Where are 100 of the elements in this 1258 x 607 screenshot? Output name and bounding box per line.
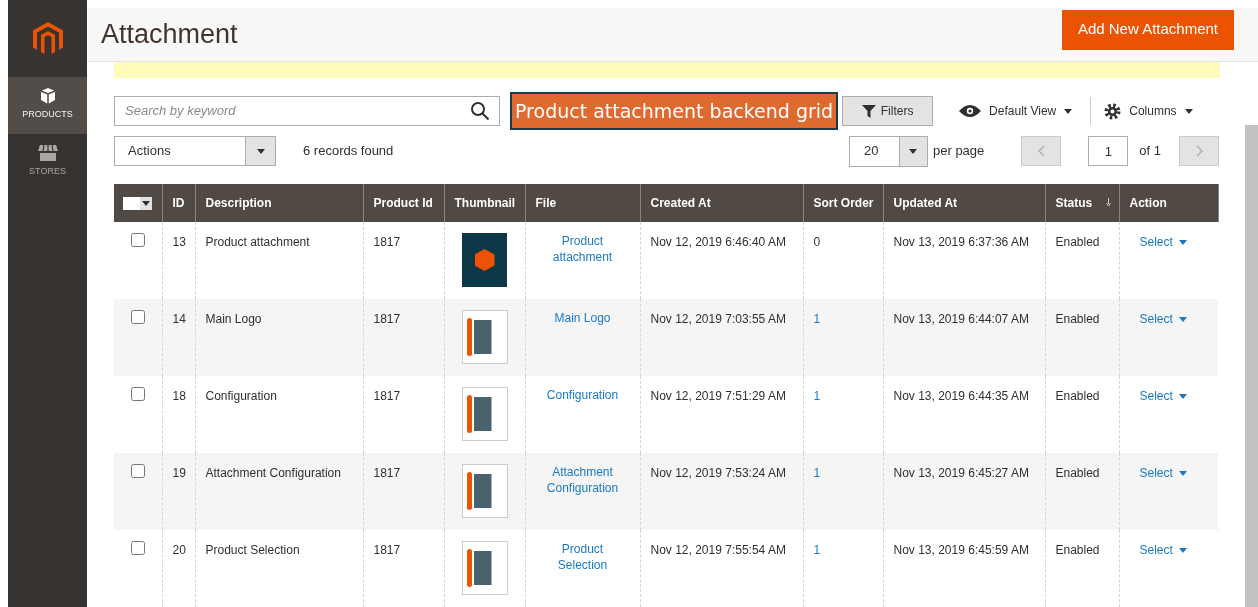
column-header[interactable]: Action [1119, 184, 1218, 222]
logo-icon [32, 21, 63, 56]
table-cell: 1817 [363, 376, 444, 453]
table-cell: Nov 13, 2019 6:45:59 AM [883, 530, 1045, 607]
column-header[interactable]: ID [162, 184, 195, 222]
caret-icon [1178, 239, 1187, 245]
table-cell: 1817 [363, 222, 444, 299]
view-menu[interactable]: Default View [959, 102, 1073, 120]
caret-icon [1178, 547, 1187, 553]
table-cell: Product attachment [195, 222, 363, 299]
table-cell: 13 [162, 222, 195, 299]
row-checkbox[interactable] [130, 541, 145, 555]
table-cell: Enabled [1045, 376, 1119, 453]
filters-button[interactable]: Filters [842, 96, 934, 126]
actions-dropdown[interactable]: Actions [114, 136, 276, 166]
add-new-attachment-button[interactable]: Add New Attachment [1061, 9, 1234, 50]
sort-order-value: 0 [813, 235, 821, 249]
caret-icon [1178, 470, 1187, 476]
row-checkbox[interactable] [130, 464, 145, 478]
table-cell: Configuration [195, 376, 363, 453]
select-action-link[interactable]: Select [1139, 310, 1187, 328]
table-cell: Product Selection [195, 530, 363, 607]
table-cell: 18 [162, 376, 195, 453]
row-checkbox[interactable] [130, 387, 145, 401]
chevron-left-icon [1037, 145, 1045, 157]
search-icon[interactable] [471, 102, 489, 120]
select-all-header[interactable] [114, 184, 162, 222]
sidebar-item[interactable]: PRODUCTS [8, 77, 87, 134]
table-cell: 1817 [363, 299, 444, 376]
file-link[interactable]: Product attachment [535, 233, 630, 265]
thumbnail-image [461, 464, 508, 518]
page-size-dropdown[interactable]: 20 [849, 135, 928, 167]
box-icon [38, 87, 57, 105]
sidebar-item[interactable]: STORES [8, 134, 87, 191]
table-cell: 1817 [363, 453, 444, 530]
table-cell: 20 [162, 530, 195, 607]
table-cell: 14 [162, 299, 195, 376]
sort-order-value: 1 [813, 312, 821, 326]
table-cell: Nov 12, 2019 7:51:29 AM [640, 376, 803, 453]
chevron-right-icon [1195, 145, 1203, 157]
page-number-field[interactable]: 1 [1088, 136, 1129, 166]
caret-icon [1184, 108, 1193, 114]
file-link[interactable]: Main Logo [535, 310, 630, 326]
search-input[interactable]: Search by keyword [125, 101, 445, 121]
table-cell: Nov 12, 2019 7:03:55 AM [640, 299, 803, 376]
thumbnail-image [461, 541, 508, 595]
column-header[interactable]: Description [195, 184, 363, 222]
thumbnail-image [462, 233, 507, 287]
search-field[interactable]: Search by keyword [114, 96, 500, 126]
column-header[interactable]: Thumbnail [444, 184, 525, 222]
sort-arrow-icon [1105, 198, 1111, 207]
select-action-link[interactable]: Select [1139, 387, 1187, 405]
thumbnail-image [461, 310, 508, 364]
caret-icon [1178, 316, 1187, 322]
column-header[interactable]: Sort Order [803, 184, 883, 222]
table-cell: Enabled [1045, 222, 1119, 299]
table-cell: Nov 13, 2019 6:45:27 AM [883, 453, 1045, 530]
table-cell: Nov 12, 2019 6:46:40 AM [640, 222, 803, 299]
table-cell: Nov 13, 2019 6:44:07 AM [883, 299, 1045, 376]
sort-order-value: 1 [813, 389, 821, 403]
table-cell: Enabled [1045, 299, 1119, 376]
filter-icon [861, 104, 876, 118]
table-cell: Main Logo [195, 299, 363, 376]
column-header[interactable]: Product Id [363, 184, 444, 222]
caret-icon [909, 148, 918, 154]
columns-menu[interactable]: Columns [1104, 102, 1193, 120]
row-checkbox[interactable] [130, 310, 145, 324]
caret-icon [256, 148, 265, 154]
thumbnail-image [461, 387, 508, 441]
per-page-label: per page [933, 142, 985, 161]
file-link[interactable]: Configuration [535, 387, 630, 403]
column-header[interactable]: File [525, 184, 640, 222]
row-checkbox[interactable] [130, 233, 145, 247]
table-cell: Enabled [1045, 530, 1119, 607]
page-total-label: of 1 [1139, 142, 1161, 161]
select-action-link[interactable]: Select [1139, 541, 1187, 559]
eye-icon [959, 105, 982, 117]
store-icon [36, 144, 59, 162]
table-cell: 19 [162, 453, 195, 530]
table-cell: Nov 12, 2019 7:53:24 AM [640, 453, 803, 530]
callout-label: Product attachment backend grid [510, 92, 839, 130]
table-cell: Nov 12, 2019 7:55:54 AM [640, 530, 803, 607]
table-cell: Nov 13, 2019 6:37:36 AM [883, 222, 1045, 299]
settings-icon [1104, 102, 1122, 120]
sort-order-value: 1 [813, 466, 821, 480]
caret-icon [1064, 108, 1073, 114]
table-cell: Attachment Configuration [195, 453, 363, 530]
sort-order-value: 1 [813, 543, 821, 557]
scrollbar[interactable] [1245, 125, 1258, 607]
file-link[interactable]: Product Selection [535, 541, 630, 573]
column-header[interactable]: Status [1045, 184, 1119, 222]
select-action-link[interactable]: Select [1139, 233, 1187, 251]
table-cell: Nov 13, 2019 6:44:35 AM [883, 376, 1045, 453]
caret-icon [1178, 393, 1187, 399]
column-header[interactable]: Updated At [883, 184, 1045, 222]
table-cell: Enabled [1045, 453, 1119, 530]
page-title: Attachment [101, 18, 238, 52]
column-header[interactable]: Created At [640, 184, 803, 222]
records-count: 6 records found [303, 142, 394, 161]
select-action-link[interactable]: Select [1139, 464, 1187, 482]
